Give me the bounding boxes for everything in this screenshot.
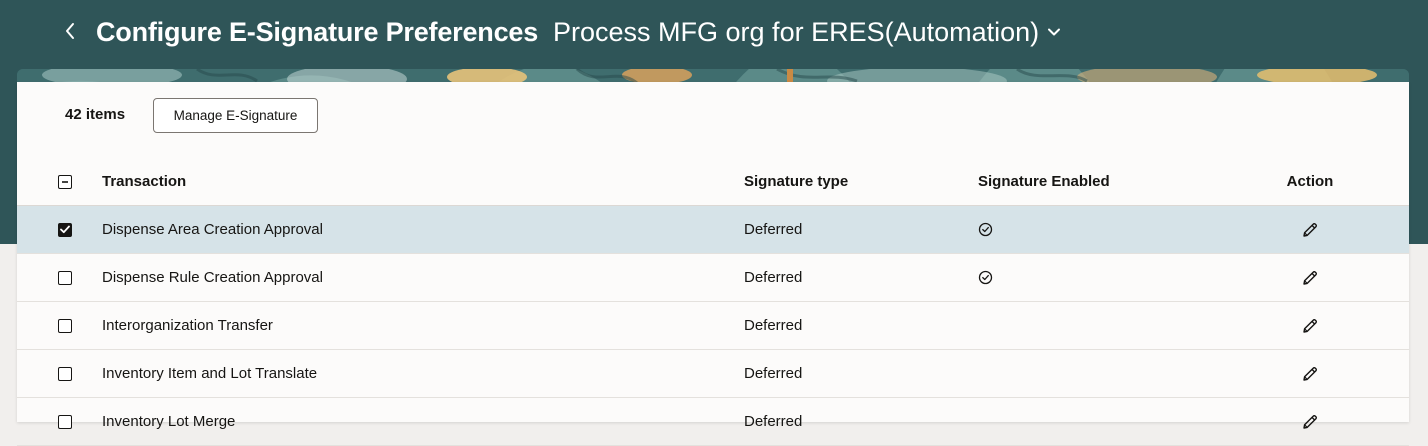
back-button[interactable]: [58, 17, 82, 45]
table-row[interactable]: Inventory Item and Lot Translate Deferre…: [17, 350, 1409, 398]
row-checkbox[interactable]: [58, 270, 72, 285]
edit-button[interactable]: [1296, 312, 1324, 340]
column-header-signature-type[interactable]: Signature type: [744, 158, 848, 205]
organization-name: Process MFG org for ERES(Automation): [553, 16, 1040, 47]
pencil-icon: [1303, 222, 1317, 237]
row-checkbox-cell: [58, 302, 76, 349]
select-all-checkbox[interactable]: [58, 174, 72, 189]
signature-type: Deferred: [744, 365, 803, 382]
table-toolbar: 42 items Manage E-Signature: [17, 82, 1409, 150]
chevron-down-icon: [1047, 27, 1061, 37]
action-cell: [1285, 350, 1335, 397]
row-checkbox-cell: [58, 350, 76, 397]
preferences-card: 42 items Manage E-Signature Transaction …: [17, 82, 1409, 446]
page-title: Configure E-Signature Preferences: [96, 16, 539, 47]
signature-type: Deferred: [744, 269, 803, 286]
action-cell: [1285, 254, 1335, 301]
signature-enabled-cell: [978, 206, 993, 253]
table-row[interactable]: Interorganization Transfer Deferred: [17, 302, 1409, 350]
manage-e-signature-button[interactable]: Manage E-Signature: [153, 98, 318, 133]
column-header-transaction[interactable]: Transaction: [102, 158, 186, 205]
transaction-name: Dispense Area Creation Approval: [102, 221, 323, 238]
transaction-name: Inventory Item and Lot Translate: [102, 365, 318, 382]
transaction-name: Interorganization Transfer: [102, 317, 273, 334]
pencil-icon: [1303, 318, 1317, 333]
check-circle-icon: [978, 270, 993, 285]
pencil-icon: [1303, 366, 1317, 381]
signature-type: Deferred: [744, 413, 803, 430]
edit-button[interactable]: [1296, 216, 1324, 244]
table-row[interactable]: Inventory Lot Merge Deferred: [17, 398, 1409, 446]
row-checkbox[interactable]: [58, 318, 72, 333]
action-cell: [1285, 302, 1335, 349]
table-row[interactable]: Dispense Rule Creation Approval Deferred: [17, 254, 1409, 302]
table-header: Transaction Signature type Signature Ena…: [17, 158, 1409, 206]
page-title-bar: Configure E-Signature Preferences Proces…: [96, 13, 1061, 51]
transaction-name: Inventory Lot Merge: [102, 413, 236, 430]
pencil-icon: [1303, 414, 1317, 429]
table-row[interactable]: Dispense Area Creation Approval Deferred: [17, 206, 1409, 254]
column-header-action: Action: [1286, 173, 1334, 190]
minus-icon: [62, 180, 68, 183]
signature-type: Deferred: [744, 317, 803, 334]
edit-button[interactable]: [1296, 408, 1324, 436]
organization-selector[interactable]: Process MFG org for ERES(Automation): [553, 17, 1061, 48]
transaction-name: Dispense Rule Creation Approval: [102, 269, 323, 286]
row-checkbox[interactable]: [58, 366, 72, 381]
signature-enabled-cell: [978, 254, 993, 301]
row-checkbox[interactable]: [58, 414, 72, 429]
row-checkbox-cell: [58, 254, 76, 301]
column-header-signature-enabled[interactable]: Signature Enabled: [978, 158, 1110, 205]
row-checkbox-cell: [58, 398, 76, 445]
pencil-icon: [1303, 270, 1317, 285]
action-cell: [1285, 206, 1335, 253]
checkmark-icon: [60, 225, 70, 234]
select-all-cell: [58, 158, 76, 205]
item-count: 42 items: [65, 106, 126, 123]
row-checkbox[interactable]: [58, 222, 72, 237]
edit-button[interactable]: [1296, 264, 1324, 292]
edit-button[interactable]: [1296, 360, 1324, 388]
action-cell: [1285, 398, 1335, 445]
row-checkbox-cell: [58, 206, 76, 253]
chevron-left-icon: [66, 23, 74, 39]
signature-type: Deferred: [744, 221, 803, 238]
check-circle-icon: [978, 222, 993, 237]
